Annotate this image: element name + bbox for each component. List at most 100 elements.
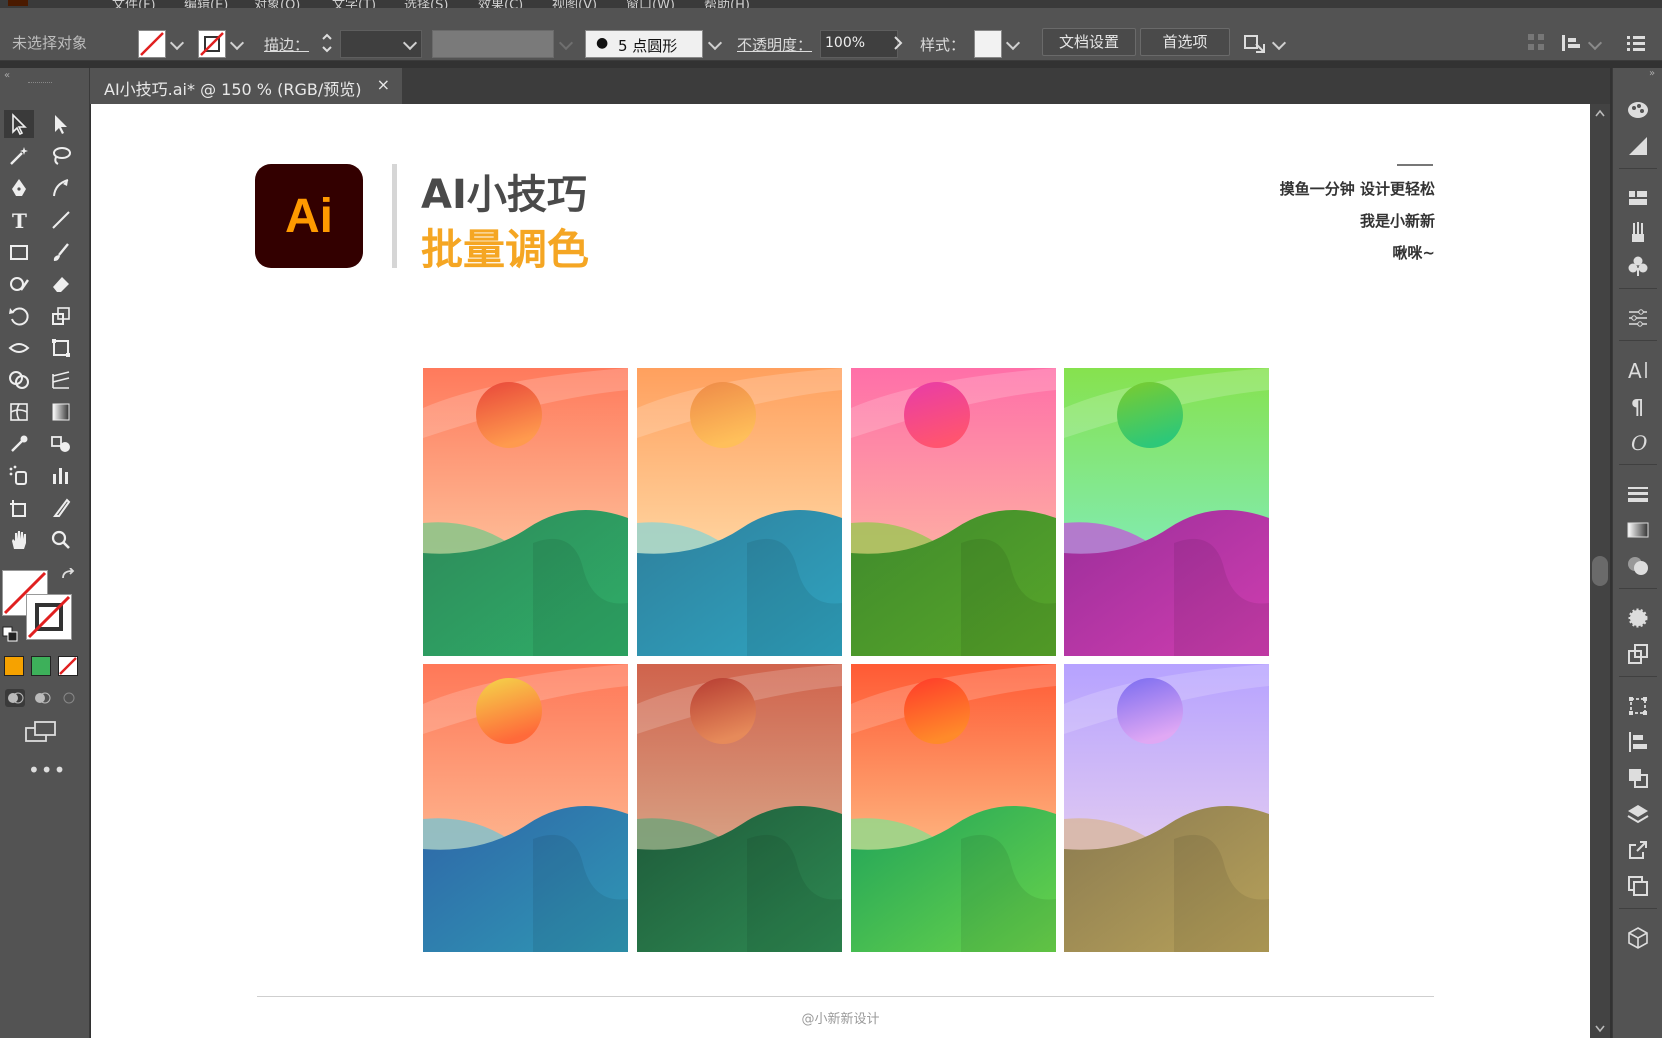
transparency-icon[interactable] (1624, 552, 1652, 580)
preferences-button[interactable]: 首选项 (1140, 28, 1230, 56)
asset-export-icon[interactable] (1624, 836, 1652, 864)
symbols-icon[interactable] (1624, 252, 1652, 280)
layers-icon[interactable] (1624, 800, 1652, 828)
artboard[interactable]: Ai AI小技巧 批量调色 摸鱼一分钟 设计更轻松 我是小新新 啾咪~ @小新新… (91, 104, 1590, 1038)
document-setup-button[interactable]: 文档设置 (1042, 28, 1136, 56)
draw-behind-icon[interactable] (31, 688, 53, 708)
style-chevron-icon[interactable] (1005, 35, 1021, 51)
hand-tool-icon[interactable] (4, 526, 34, 554)
close-tab-icon[interactable]: × (377, 75, 390, 94)
landscape-card[interactable] (1064, 664, 1269, 952)
align-grid-icon[interactable] (1526, 32, 1546, 52)
perspective-grid-tool-icon[interactable] (46, 366, 76, 394)
screen-mode-icon[interactable] (24, 720, 58, 744)
stroke-panel-icon[interactable] (1624, 480, 1652, 508)
opacity-label[interactable]: 不透明度： (737, 34, 812, 55)
graphic-style-swatch[interactable] (974, 30, 1002, 58)
gradient-mode-icon[interactable] (31, 656, 51, 676)
paintbrush-tool-icon[interactable] (46, 238, 76, 266)
blend-tool-icon[interactable] (46, 430, 76, 458)
landscape-card[interactable] (423, 368, 628, 656)
panel-grip[interactable] (28, 82, 52, 86)
magic-wand-tool-icon[interactable] (4, 142, 34, 170)
distribute-icon[interactable] (1560, 32, 1582, 54)
color-palette-icon[interactable] (1624, 96, 1652, 124)
eraser-tool-icon[interactable] (46, 270, 76, 298)
opentype-icon[interactable]: O (1624, 428, 1652, 456)
artboard-tool-icon[interactable] (4, 494, 34, 522)
mesh-tool-icon[interactable] (4, 398, 34, 426)
graphic-styles-icon[interactable] (1624, 640, 1652, 668)
gradient-panel-icon[interactable] (1624, 516, 1652, 544)
brush-definition[interactable]: ● 5 点圆形 (585, 30, 703, 58)
landscape-card[interactable] (637, 368, 842, 656)
type-tool-icon[interactable]: T (4, 206, 34, 234)
free-transform-tool-icon[interactable] (46, 334, 76, 362)
landscape-card[interactable] (851, 664, 1056, 952)
artboards-icon[interactable] (1624, 872, 1652, 900)
color-mode-icon[interactable] (4, 656, 24, 676)
scroll-up-arrow-icon[interactable] (1594, 108, 1606, 118)
scale-tool-icon[interactable] (46, 302, 76, 330)
align-icon[interactable] (1624, 728, 1652, 756)
edit-toolbar-more-icon[interactable]: ••• (28, 758, 66, 782)
fill-swatch[interactable] (138, 30, 166, 58)
landscape-card[interactable] (423, 664, 628, 952)
document-tab[interactable]: AI小技巧.ai* @ 150 % (RGB/预览) × (90, 68, 402, 104)
direct-selection-tool-icon[interactable] (46, 110, 76, 138)
distribute-chevron-icon[interactable] (1587, 35, 1603, 51)
color-guide-icon[interactable] (1624, 132, 1652, 160)
arrange-documents-icon[interactable] (1242, 30, 1268, 56)
collapse-dock-icon[interactable]: » (1649, 68, 1655, 79)
pen-tool-icon[interactable] (4, 174, 34, 202)
scroll-thumb[interactable] (1592, 556, 1608, 586)
draw-normal-icon[interactable] (4, 688, 26, 708)
3d-materials-icon[interactable] (1624, 924, 1652, 952)
opacity-input[interactable]: 100% (820, 30, 898, 58)
landscape-card[interactable] (1064, 368, 1269, 656)
transform-icon[interactable] (1624, 692, 1652, 720)
properties-icon[interactable] (1624, 304, 1652, 332)
landscape-card[interactable] (851, 368, 1056, 656)
curvature-tool-icon[interactable] (46, 174, 76, 202)
swap-fill-stroke-icon[interactable] (60, 567, 76, 584)
arrange-chevron-icon[interactable] (1271, 35, 1287, 51)
selection-tool-icon[interactable] (4, 110, 34, 138)
stroke-swatch[interactable] (198, 30, 226, 58)
none-mode-icon[interactable] (58, 656, 78, 676)
scroll-down-arrow-icon[interactable] (1594, 1024, 1606, 1034)
width-tool-icon[interactable] (4, 334, 34, 362)
gradient-tool-icon[interactable] (46, 398, 76, 426)
character-icon[interactable]: A (1624, 356, 1652, 384)
profile-chevron-icon[interactable] (558, 35, 574, 51)
slice-tool-icon[interactable] (46, 494, 76, 522)
landscape-card[interactable] (637, 664, 842, 952)
lasso-tool-icon[interactable] (46, 142, 76, 170)
stroke-dropdown-chevron-icon[interactable] (229, 35, 245, 51)
fill-dropdown-chevron-icon[interactable] (169, 35, 185, 51)
stroke-label[interactable]: 描边： (264, 34, 309, 55)
swatches-icon[interactable] (1624, 184, 1652, 212)
brushes-icon[interactable] (1624, 218, 1652, 246)
opacity-arrow-icon[interactable] (892, 34, 904, 52)
eyedropper-tool-icon[interactable] (4, 430, 34, 458)
draw-inside-icon[interactable] (58, 688, 80, 708)
zoom-tool-icon[interactable] (46, 526, 76, 554)
column-graph-tool-icon[interactable] (46, 462, 76, 490)
rectangle-tool-icon[interactable] (4, 238, 34, 266)
symbol-sprayer-tool-icon[interactable] (4, 462, 34, 490)
paragraph-icon[interactable]: ¶ (1624, 392, 1652, 420)
brush-chevron-icon[interactable] (707, 35, 723, 51)
collapse-panel-icon[interactable]: « (4, 70, 10, 81)
shaper-tool-icon[interactable] (4, 270, 34, 298)
variable-width-profile[interactable] (432, 30, 554, 58)
panel-menu-icon[interactable] (1626, 34, 1646, 52)
shape-builder-tool-icon[interactable] (4, 366, 34, 394)
line-segment-tool-icon[interactable] (46, 206, 76, 234)
stroke-color-box[interactable] (26, 594, 72, 640)
default-fill-stroke-icon[interactable] (2, 626, 18, 642)
appearance-icon[interactable] (1624, 604, 1652, 632)
vertical-scrollbar[interactable] (1590, 104, 1610, 1038)
rotate-tool-icon[interactable] (4, 302, 34, 330)
stroke-weight-stepper[interactable] (320, 30, 334, 56)
